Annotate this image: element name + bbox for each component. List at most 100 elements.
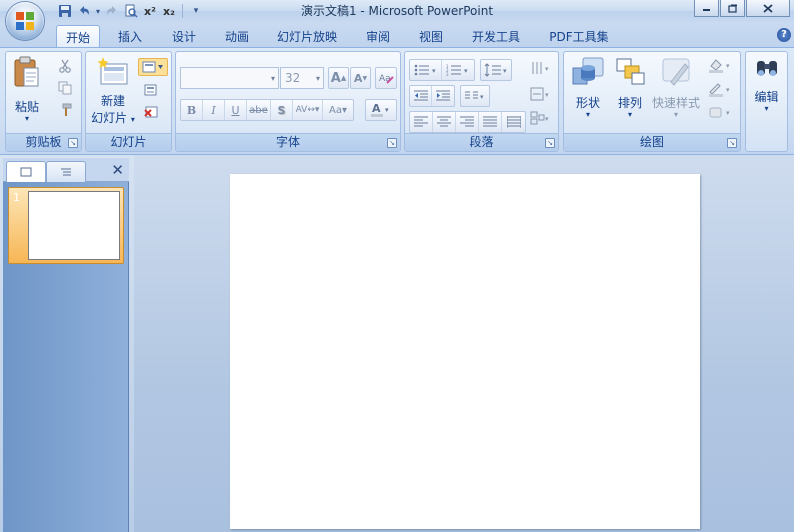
character-spacing-icon[interactable]: AV↔▾: [293, 100, 323, 120]
font-launcher-icon[interactable]: ↘: [387, 138, 397, 148]
workspace: ✕ 1: [0, 155, 794, 532]
cut-icon[interactable]: [56, 58, 74, 74]
minimize-icon[interactable]: [694, 0, 719, 17]
group-paragraph: ▾ 1 2 3 ▾ ▾ ▾ ▾ ▾ ▾ 段落 ↘: [404, 51, 559, 152]
align-left-icon[interactable]: [410, 112, 433, 132]
quick-styles-icon: [662, 58, 690, 86]
shape-fill-icon[interactable]: ▾: [705, 57, 735, 73]
window-controls: [694, 0, 790, 17]
font-name-combo[interactable]: ▾: [180, 67, 279, 89]
font-color-icon[interactable]: A ▾: [365, 99, 397, 121]
svg-text:▾: ▾: [503, 67, 507, 75]
columns-icon[interactable]: ▾: [460, 85, 490, 107]
restore-icon[interactable]: [720, 0, 745, 17]
grow-font-icon[interactable]: A ▲: [328, 67, 349, 89]
justify-icon[interactable]: [479, 112, 502, 132]
format-painter-icon[interactable]: [56, 102, 74, 118]
slide-thumbnail-item[interactable]: 1: [8, 187, 124, 264]
undo-icon[interactable]: [75, 2, 93, 20]
slide-thumbnail: [28, 191, 120, 260]
italic-icon[interactable]: I: [203, 100, 225, 120]
save-icon[interactable]: [56, 2, 74, 20]
paste-label: 粘贴: [14, 100, 39, 114]
copy-icon[interactable]: [56, 80, 74, 96]
slide-editor: [134, 155, 794, 532]
font-size-value: 32: [285, 71, 301, 85]
align-center-icon[interactable]: [433, 112, 456, 132]
reset-slide-icon[interactable]: [142, 82, 160, 98]
paragraph-launcher-icon[interactable]: ↘: [545, 138, 555, 148]
close-pane-icon[interactable]: ✕: [111, 161, 124, 179]
change-case-icon[interactable]: Aa▾: [323, 100, 353, 120]
smartart-icon[interactable]: ▾: [529, 110, 553, 126]
font-name-dropdown-icon: ▾: [270, 74, 275, 83]
tab-insert[interactable]: 插入: [110, 25, 150, 47]
tab-design[interactable]: 设计: [164, 25, 204, 47]
customize-toolbar-icon[interactable]: ▾: [187, 2, 205, 20]
svg-text:▾: ▾: [545, 65, 549, 73]
tab-slideshow[interactable]: 幻灯片放映: [269, 25, 345, 47]
line-spacing-icon[interactable]: ▾: [480, 59, 512, 81]
slides-pane: ✕ 1: [3, 158, 129, 532]
clipboard-launcher-icon[interactable]: ↘: [68, 138, 78, 148]
tab-pdf-tools[interactable]: PDF工具集: [542, 25, 616, 47]
tab-developer[interactable]: 开发工具: [464, 25, 528, 47]
paste-button[interactable]: 粘贴 ▾: [9, 56, 45, 123]
shapes-icon: [572, 57, 604, 85]
shape-outline-icon[interactable]: ▾: [705, 81, 735, 97]
quick-styles-button[interactable]: 快速样式 ▾: [652, 56, 700, 119]
decrease-indent-icon[interactable]: [410, 86, 432, 106]
font-size-combo[interactable]: 32 ▾: [280, 67, 324, 89]
shrink-font-icon[interactable]: A ▼: [350, 67, 371, 89]
text-direction-icon[interactable]: ▾: [529, 60, 553, 76]
underline-icon[interactable]: U: [225, 100, 247, 120]
strikethrough-icon[interactable]: abe: [247, 100, 271, 120]
list-buttons: ▾ 1 2 3 ▾: [409, 59, 475, 81]
layout-icon[interactable]: [138, 58, 168, 76]
shape-effects-icon[interactable]: ▾: [705, 104, 735, 120]
paragraph-group-label: 段落: [405, 133, 558, 151]
text-shadow-icon[interactable]: S: [271, 100, 293, 120]
svg-text:▾: ▾: [480, 93, 484, 101]
tab-view[interactable]: 视图: [411, 25, 451, 47]
new-slide-button[interactable]: 新建 幻灯片 ▾: [89, 56, 137, 126]
tab-home[interactable]: 开始: [56, 25, 100, 47]
increase-indent-icon[interactable]: [432, 86, 454, 106]
help-icon[interactable]: ?: [777, 28, 791, 42]
distribute-icon[interactable]: [502, 112, 525, 132]
bullets-icon[interactable]: ▾: [410, 60, 442, 80]
slide-canvas[interactable]: [230, 174, 700, 529]
svg-text:▾: ▾: [385, 106, 389, 114]
undo-dropdown-icon[interactable]: ▾: [94, 2, 102, 20]
delete-slide-icon[interactable]: [142, 104, 160, 120]
redo-icon[interactable]: [103, 2, 121, 20]
drawing-launcher-icon[interactable]: ↘: [727, 138, 737, 148]
align-right-icon[interactable]: [456, 112, 479, 132]
superscript-icon[interactable]: x²: [141, 2, 159, 20]
svg-text:A: A: [372, 102, 381, 115]
group-drawing: 形状 ▾ 排列 ▾ 快速样式 ▾ ▾ ▾ ▾ 绘图 ↘: [563, 51, 741, 152]
indent-buttons: [409, 85, 455, 107]
font-size-dropdown-icon: ▾: [315, 74, 320, 83]
close-icon[interactable]: [746, 0, 790, 17]
print-preview-icon[interactable]: [122, 2, 140, 20]
align-text-icon[interactable]: ▾: [529, 86, 553, 102]
subscript-icon[interactable]: x₂: [160, 2, 178, 20]
tab-slides[interactable]: [6, 161, 46, 182]
tab-animations[interactable]: 动画: [217, 25, 257, 47]
tab-outline[interactable]: [46, 161, 86, 182]
office-button[interactable]: [6, 2, 44, 40]
shapes-button[interactable]: 形状 ▾: [568, 56, 608, 119]
arrange-dropdown-icon: ▾: [627, 110, 632, 119]
clear-formatting-icon[interactable]: Aa: [375, 67, 397, 89]
ribbon: 粘贴 ▾ 剪贴板 ↘ 新建 幻灯片 ▾ 幻灯片 ▾ 32 ▾ A ▲ A ▼ A…: [0, 47, 794, 155]
tab-review[interactable]: 审阅: [358, 25, 398, 47]
slides-group-label: 幻灯片: [86, 133, 171, 151]
alignment-buttons: [409, 111, 526, 133]
numbering-icon[interactable]: 1 2 3 ▾: [442, 60, 474, 80]
bold-icon[interactable]: B: [181, 100, 203, 120]
editing-button[interactable]: 编辑 ▾: [747, 56, 786, 113]
group-editing: 编辑 ▾: [745, 51, 788, 152]
arrange-button[interactable]: 排列 ▾: [610, 56, 650, 119]
svg-text:▾: ▾: [464, 67, 468, 75]
